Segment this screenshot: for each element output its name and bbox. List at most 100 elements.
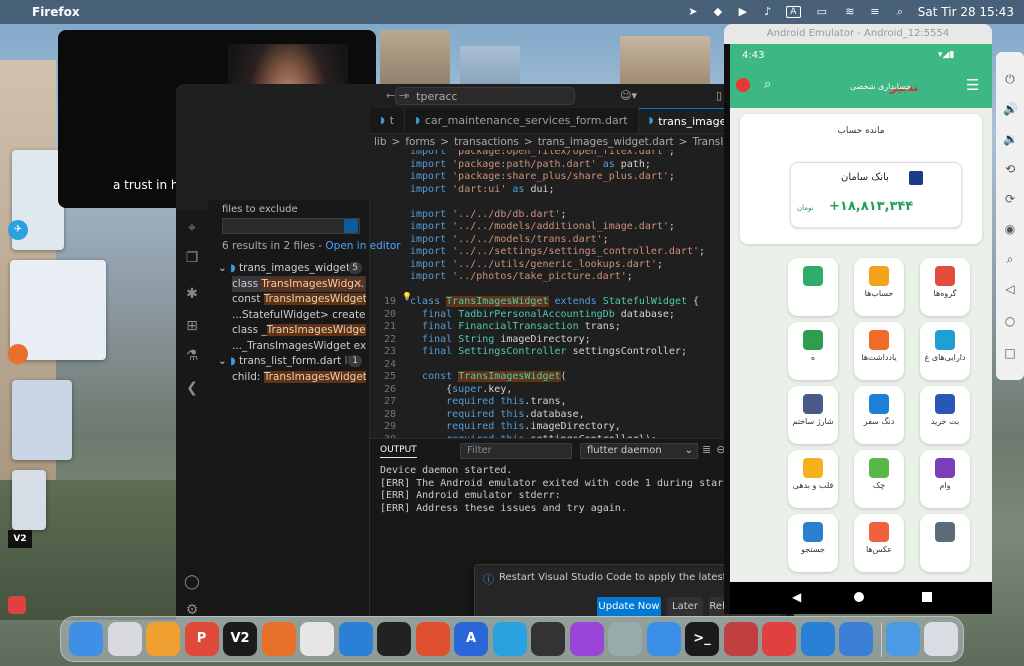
code-line[interactable]: import '../../db/db.dart'; [410,209,567,220]
clock[interactable]: Sat Tir 28 15:43 [918,5,1014,19]
breadcrumb-item[interactable]: lib [374,136,387,148]
feature-tile[interactable] [920,514,970,572]
account-icon[interactable]: ◯ [184,574,200,590]
anydesk-icon[interactable] [762,622,796,656]
feature-tile[interactable]: دنگ سفر [854,386,904,444]
feature-tile[interactable]: دارایی‌های غ [920,322,970,380]
feature-tile[interactable]: گروه‌ها [920,258,970,316]
editor-tab[interactable]: ◗ car_maintenance_services_form.dart [405,108,639,133]
exclude-input[interactable] [222,218,360,234]
settings-toggle-icon[interactable] [344,219,358,233]
code-line[interactable]: final FinancialTransaction trans; [410,321,621,332]
code-line[interactable]: import '../photos/take_picture.dart'; [410,271,633,282]
feature-tile[interactable]: یادداشت‌ها [854,322,904,380]
search-icon[interactable]: ⌖ [184,220,200,236]
lightbulb-icon[interactable]: 💡 [402,292,412,301]
result-file[interactable]: ⌄ ◗ trans_images_widget... 5 [218,260,366,276]
podcasts-icon[interactable] [569,622,604,656]
play-icon[interactable]: ▶ [736,6,750,18]
code-line[interactable]: final SettingsController settingsControl… [410,346,687,357]
feature-tile[interactable]: ه [788,322,838,380]
editor-tab[interactable]: ◗ t [370,108,406,133]
flutter-icon[interactable]: ❮ [184,380,200,396]
volume-up-icon[interactable]: 🔊 [1003,102,1018,116]
extensions-icon[interactable]: ⊞ [184,318,200,334]
code-line[interactable]: import '../../models/trans.dart'; [410,234,609,245]
feature-tile[interactable]: جستجو [788,514,838,572]
code-line[interactable]: import '../../settings/settings_controll… [410,246,705,257]
feature-tile[interactable]: شارژ ساختم [788,386,838,444]
code-line[interactable]: final String imageDirectory; [410,334,591,345]
result-match[interactable]: const TransImagesWidget( [232,291,366,307]
telegram-icon[interactable] [492,622,527,656]
code-line[interactable]: required this.imageDirectory, [410,421,621,432]
terminal-icon[interactable]: >_ [685,622,719,656]
code-line[interactable]: {super.key, [410,384,512,395]
channel-select[interactable]: flutter daemon ⌄ [580,443,698,459]
feature-tile[interactable]: عکس‌ها [854,514,904,572]
trash-icon[interactable] [924,622,958,656]
search-icon[interactable]: ⌕ [764,77,771,92]
later-button[interactable]: Later [667,597,703,616]
back-icon[interactable]: ◁ [1003,282,1017,296]
app-icon[interactable] [146,622,180,656]
balance-card[interactable]: مانده حساب بانک سامان +۱۸,۸۱۳,۳۴۴ تومان [740,114,982,244]
cube-icon[interactable] [377,622,411,656]
feature-tile[interactable]: وام [920,450,970,508]
stage-thumbnail[interactable] [12,470,46,530]
breadcrumb-item[interactable]: trans_images_widget.dart [538,136,674,148]
vscode-icon[interactable] [338,622,373,656]
debug-icon[interactable]: ✱ [184,286,200,302]
remote-icon[interactable] [415,622,450,656]
hamburger-icon[interactable]: ☰ [966,76,979,94]
control-center-icon[interactable]: ≡ [868,6,882,18]
filter-input[interactable]: Filter [460,443,572,459]
xcode-instruments-icon[interactable]: A [454,622,488,656]
code-line[interactable]: final TadbirPersonalAccountingDb databas… [410,309,675,320]
nav-arrows[interactable]: ← → [386,89,408,102]
code-line[interactable]: import '../../utils/generic_lookups.dart… [410,259,663,270]
navigation-icon[interactable]: ➤ [686,6,700,18]
output-tab[interactable]: OUTPUT [380,445,417,458]
spotlight-icon[interactable]: ⌕ [893,6,907,18]
feature-tile[interactable]: بت خرید [920,386,970,444]
result-match[interactable]: class TransImagesWidg... ✕ [232,275,366,292]
home-icon[interactable]: ○ [1003,314,1017,328]
feature-tile[interactable]: حساب‌ها [854,258,904,316]
chrome-icon[interactable] [300,622,334,656]
result-match[interactable]: child: TransImagesWidget( [232,369,366,385]
code-editor[interactable]: import 'package:open_filex/open_filex.da… [370,150,740,438]
recents-icon[interactable] [922,592,932,602]
command-center-search[interactable]: ⌕ tperacc [395,87,575,105]
obs-icon[interactable] [531,622,565,656]
stage-thumbnail[interactable] [10,260,106,360]
wifi-icon[interactable]: ≋ [843,6,857,18]
breadcrumb-item[interactable]: forms [405,136,435,148]
database-icon[interactable] [608,622,642,656]
update-now-button[interactable]: Update Now [597,597,661,616]
result-match[interactable]: ..._TransImagesWidget exten... [232,338,366,354]
code-line[interactable]: import 'dart:ui' as dui; [410,184,555,195]
books-icon[interactable] [723,622,758,656]
windows-icon[interactable] [800,622,835,656]
launchpad-icon[interactable] [107,622,142,656]
xcode-icon[interactable] [646,622,681,656]
finder-icon[interactable] [69,622,103,656]
code-line[interactable]: import '../../models/additional_image.da… [410,221,675,232]
dropbox-icon[interactable]: ◆ [711,6,725,18]
v2-icon[interactable]: V2 [8,530,32,548]
anydesk-icon[interactable] [8,596,26,614]
firefox-icon[interactable] [261,622,296,656]
code-line[interactable]: import 'package:path/path.dart' as path; [410,159,651,170]
feature-tile[interactable]: چک [854,450,904,508]
code-line[interactable]: required this.trans, [410,396,566,407]
feature-tile[interactable] [788,258,838,316]
result-file[interactable]: ⌄ ◗ trans_list_form.dart li...1 [218,353,366,369]
notification-badge[interactable] [736,78,750,92]
battery-icon[interactable]: ▭ [812,6,832,18]
result-match[interactable]: ...StatefulWidget> createStat... [232,307,366,323]
p-app-icon[interactable]: P [184,622,219,656]
phone-screen[interactable]: 4:43 ▾◢▮ ⌕ تدبیر حسابداری شخصی ☰ مانده ح… [730,44,992,582]
explorer-icon[interactable]: ❐ [184,250,200,266]
close-icon[interactable]: ✕ [353,276,362,292]
